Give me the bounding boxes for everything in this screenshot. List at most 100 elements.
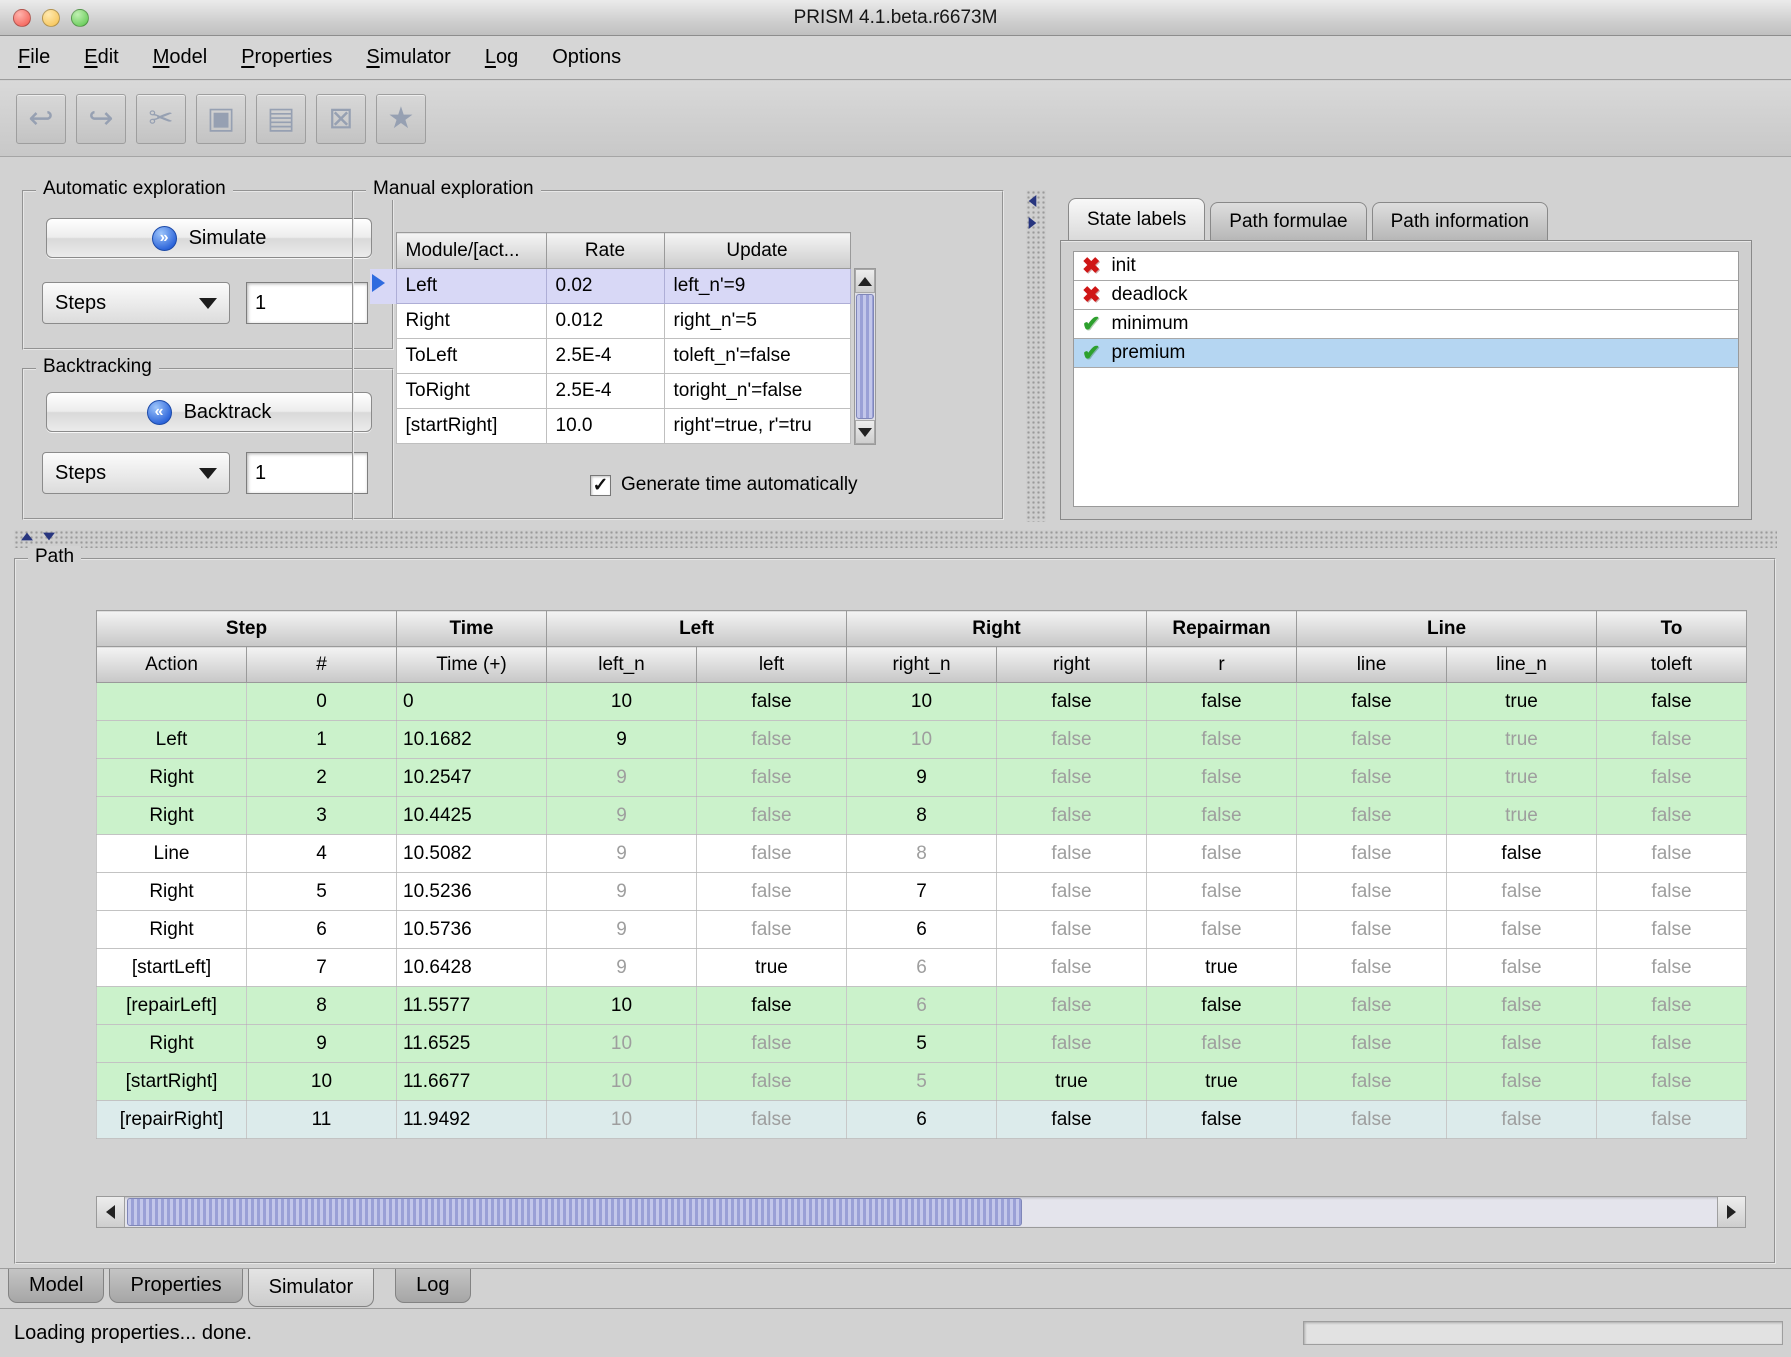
path-row-5[interactable]: Right510.52369false7falsefalsefalsefalse… [97, 873, 1747, 911]
auto-steps-dropdown[interactable]: Steps [42, 282, 230, 324]
path-cell: false [1447, 911, 1597, 949]
manual-row-toright[interactable]: ToRight2.5E-4toright_n'=false [370, 374, 850, 409]
path-row-8[interactable]: [repairLeft]811.557710false6falsefalsefa… [97, 987, 1747, 1025]
generate-time-option[interactable]: ✓ Generate time automatically [590, 474, 858, 496]
state-label-premium[interactable]: ✔premium [1073, 338, 1739, 368]
vertical-splitter[interactable] [1026, 190, 1046, 522]
menu-model[interactable]: Model [153, 46, 207, 69]
titlebar[interactable]: PRISM 4.1.beta.r6673M [0, 0, 1791, 36]
scroll-right-button[interactable] [1717, 1197, 1745, 1227]
tab-path-information[interactable]: Path information [1372, 202, 1548, 240]
scroll-down-button[interactable] [855, 420, 875, 444]
manual-row-right[interactable]: Right0.012right_n'=5 [370, 304, 850, 339]
close-window-button[interactable] [13, 9, 31, 27]
path-cell: 11.6525 [397, 1025, 547, 1063]
generate-time-checkbox[interactable]: ✓ [590, 475, 611, 496]
state-label-text: premium [1111, 342, 1185, 364]
tab-simulator[interactable]: Simulator [248, 1269, 374, 1307]
path-col-left: left [697, 647, 847, 683]
menu-edit[interactable]: Edit [84, 46, 118, 69]
horizontal-splitter[interactable] [14, 530, 1777, 548]
menu-properties[interactable]: Properties [241, 46, 332, 69]
manual-table-scrollbar[interactable] [854, 268, 876, 445]
main-tab-bar: ModelPropertiesSimulator Log [0, 1268, 1791, 1308]
path-row-0[interactable]: 0010false10falsefalsefalsetruefalse [97, 683, 1747, 721]
path-row-10[interactable]: [startRight]1011.667710false5truetruefal… [97, 1063, 1747, 1101]
scroll-left-button[interactable] [97, 1197, 125, 1227]
copy-button[interactable]: ▣ [196, 94, 246, 144]
menu-file[interactable]: File [18, 46, 50, 69]
backtrack-button[interactable]: « Backtrack [46, 392, 372, 432]
path-cell: false [1297, 1025, 1447, 1063]
path-row-7[interactable]: [startLeft]710.64289true6falsetruefalsef… [97, 949, 1747, 987]
path-cell: false [697, 1025, 847, 1063]
tab-state-labels[interactable]: State labels [1068, 198, 1205, 240]
menu-simulator[interactable]: Simulator [366, 46, 450, 69]
path-group-left: Left [547, 611, 847, 647]
path-cell: false [997, 835, 1147, 873]
undo-button[interactable]: ↩ [16, 94, 66, 144]
scrollbar-track[interactable] [856, 294, 874, 419]
red-cross-icon: ✖ [1082, 255, 1100, 277]
path-cell: false [1447, 949, 1597, 987]
backtrack-steps-input[interactable] [246, 452, 368, 494]
manual-row-startright[interactable]: [startRight]10.0right'=true, r'=tru [370, 409, 850, 444]
path-row-4[interactable]: Line410.50829false8falsefalsefalsefalsef… [97, 835, 1747, 873]
tab-log[interactable]: Log [395, 1269, 470, 1303]
path-cell: false [1297, 721, 1447, 759]
red-cross-icon: ✖ [1082, 284, 1100, 306]
collapse-up-icon[interactable] [21, 533, 33, 541]
path-row-2[interactable]: Right210.25479false9falsefalsefalsetruef… [97, 759, 1747, 797]
manual-row-left[interactable]: Left0.02left_n'=9 [370, 269, 850, 304]
tab-model[interactable]: Model [8, 1269, 104, 1303]
collapse-down-icon[interactable] [43, 533, 55, 541]
path-row-6[interactable]: Right610.57369false6falsefalsefalsefalse… [97, 911, 1747, 949]
collapse-left-icon[interactable] [1029, 195, 1037, 207]
path-col-action: Action [97, 647, 247, 683]
backtrack-steps-dropdown[interactable]: Steps [42, 452, 230, 494]
path-cell: false [697, 797, 847, 835]
scrollbar-thumb[interactable] [856, 294, 874, 419]
path-col-r: r [1147, 647, 1297, 683]
paste-button[interactable]: ▤ [256, 94, 306, 144]
collapse-right-icon[interactable] [1029, 217, 1037, 229]
path-cell: false [1297, 759, 1447, 797]
path-row-9[interactable]: Right911.652510false5falsefalsefalsefals… [97, 1025, 1747, 1063]
scroll-up-button[interactable] [855, 269, 875, 293]
zoom-window-button[interactable] [71, 9, 89, 27]
auto-steps-input[interactable] [246, 282, 368, 324]
path-cell: false [697, 721, 847, 759]
path-row-1[interactable]: Left110.16829false10falsefalsefalsetruef… [97, 721, 1747, 759]
manual-row-toleft[interactable]: ToLeft2.5E-4toleft_n'=false [370, 339, 850, 374]
path-cell: true [697, 949, 847, 987]
tab-properties[interactable]: Properties [109, 1269, 242, 1303]
path-scrollbar-thumb[interactable] [127, 1198, 1022, 1226]
path-horizontal-scrollbar[interactable] [96, 1196, 1746, 1228]
path-row-3[interactable]: Right310.44259false8falsefalsefalsetruef… [97, 797, 1747, 835]
delete-button[interactable]: ⊠ [316, 94, 366, 144]
path-cell: 9 [547, 797, 697, 835]
path-col-right: right [997, 647, 1147, 683]
cut-button[interactable]: ✂ [136, 94, 186, 144]
state-label-minimum[interactable]: ✔minimum [1073, 309, 1739, 339]
minimize-window-button[interactable] [42, 9, 60, 27]
redo-button[interactable]: ↪ [76, 94, 126, 144]
simulate-label: Simulate [189, 227, 267, 250]
path-cell: false [997, 1101, 1147, 1139]
path-group-right: Right [847, 611, 1147, 647]
path-cell: 9 [547, 759, 697, 797]
path-cell: false [1597, 835, 1747, 873]
path-cell: false [1297, 797, 1447, 835]
path-cell: 10 [247, 1063, 397, 1101]
path-row-11[interactable]: [repairRight]1111.949210false6falsefalse… [97, 1101, 1747, 1139]
manual-col-module-act: Module/[act... [396, 233, 546, 269]
path-cell: 10 [547, 1063, 697, 1101]
menu-log[interactable]: Log [485, 46, 518, 69]
menu-options[interactable]: Options [552, 46, 621, 69]
state-label-deadlock[interactable]: ✖deadlock [1073, 280, 1739, 310]
star-button[interactable]: ★ [376, 94, 426, 144]
state-label-init[interactable]: ✖init [1073, 251, 1739, 281]
tab-path-formulae[interactable]: Path formulae [1210, 202, 1366, 240]
simulate-button[interactable]: » Simulate [46, 218, 372, 258]
path-cell: 10 [847, 721, 997, 759]
